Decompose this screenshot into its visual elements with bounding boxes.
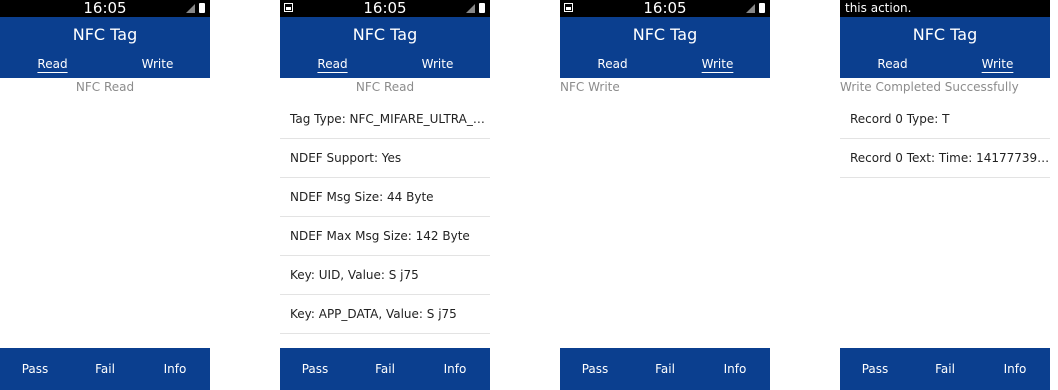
tab-bar: Read Write [0,52,210,78]
section-header: NFC Read [355,80,415,94]
tab-write[interactable]: Write [385,52,490,78]
section-header: Write Completed Successfully [840,80,1019,94]
tab-read-label: Read [877,57,908,71]
tab-write[interactable]: Write [665,52,770,78]
fail-button[interactable]: Fail [70,348,140,390]
list-item: NDEF Msg Size: 44 Byte [280,178,490,217]
pass-button[interactable]: Pass [0,348,70,390]
phone-screen-3: 16:05 NFC Tag Read Write NFC Write Pass … [560,0,770,390]
tab-read[interactable]: Read [280,52,385,78]
bottom-bar: Pass Fail Info [840,348,1050,390]
app-title: NFC Tag [0,17,210,52]
tab-read[interactable]: Read [0,52,105,78]
battery-icon [759,3,765,13]
info-button[interactable]: Info [420,348,490,390]
tab-read[interactable]: Read [560,52,665,78]
list-item: Key: UID, Value: S j75 [280,256,490,295]
tab-bar: Read Write [560,52,770,78]
list-item: NDEF Max Msg Size: 142 Byte [280,217,490,256]
battery-icon [479,3,485,13]
status-bar: 16:05 [280,0,490,17]
phone-screen-1: 16:05 NFC Tag Read Write NFC Read Pass F… [0,0,210,390]
tag-info-list: Tag Type: NFC_MIFARE_ULTRA_PICC NDEF Sup… [280,100,490,334]
pass-button[interactable]: Pass [560,348,630,390]
fail-button[interactable]: Fail [910,348,980,390]
app-title: NFC Tag [560,17,770,52]
list-item: Key: APP_DATA, Value: S j75 [280,295,490,334]
tab-write-label: Write [981,57,1014,71]
status-bar: 16:05 [0,0,210,17]
tab-write-label: Write [141,57,174,71]
tab-read-label: Read [37,57,68,71]
status-time: 16:05 [363,0,407,17]
tab-bar: Read Write [840,52,1050,78]
info-button[interactable]: Info [700,348,770,390]
status-notice: this action. [845,1,912,15]
section-header: NFC Write [560,80,620,94]
list-item: Record 0 Text: Time: 1417773949.85... [840,139,1050,178]
tab-write[interactable]: Write [105,52,210,78]
info-button[interactable]: Info [980,348,1050,390]
info-button[interactable]: Info [140,348,210,390]
phone-screen-2: 16:05 NFC Tag Read Write NFC Read Tag Ty… [280,0,490,390]
phone-screen-4: this action. NFC Tag Read Write Write Co… [840,0,1050,390]
app-title: NFC Tag [280,17,490,52]
tab-read-label: Read [317,57,348,71]
status-bar: this action. [840,0,1050,17]
tab-read[interactable]: Read [840,52,945,78]
tab-write-label: Write [701,57,734,71]
tab-write[interactable]: Write [945,52,1050,78]
pass-button[interactable]: Pass [840,348,910,390]
section-header: NFC Read [75,80,135,94]
bottom-bar: Pass Fail Info [280,348,490,390]
tab-bar: Read Write [280,52,490,78]
tab-read-label: Read [597,57,628,71]
status-time: 16:05 [643,0,687,17]
signal-icon [466,4,475,13]
bottom-bar: Pass Fail Info [0,348,210,390]
pass-button[interactable]: Pass [280,348,350,390]
signal-icon [746,4,755,13]
signal-icon [186,4,195,13]
bottom-bar: Pass Fail Info [560,348,770,390]
tab-write-label: Write [421,57,454,71]
status-time: 16:05 [83,0,127,17]
app-title: NFC Tag [840,17,1050,52]
fail-button[interactable]: Fail [630,348,700,390]
record-list: Record 0 Type: T Record 0 Text: Time: 14… [840,100,1050,178]
list-item: Tag Type: NFC_MIFARE_ULTRA_PICC [280,100,490,139]
status-bar: 16:05 [560,0,770,17]
list-item: NDEF Support: Yes [280,139,490,178]
battery-icon [199,3,205,13]
list-item: Record 0 Type: T [840,100,1050,139]
fail-button[interactable]: Fail [350,348,420,390]
